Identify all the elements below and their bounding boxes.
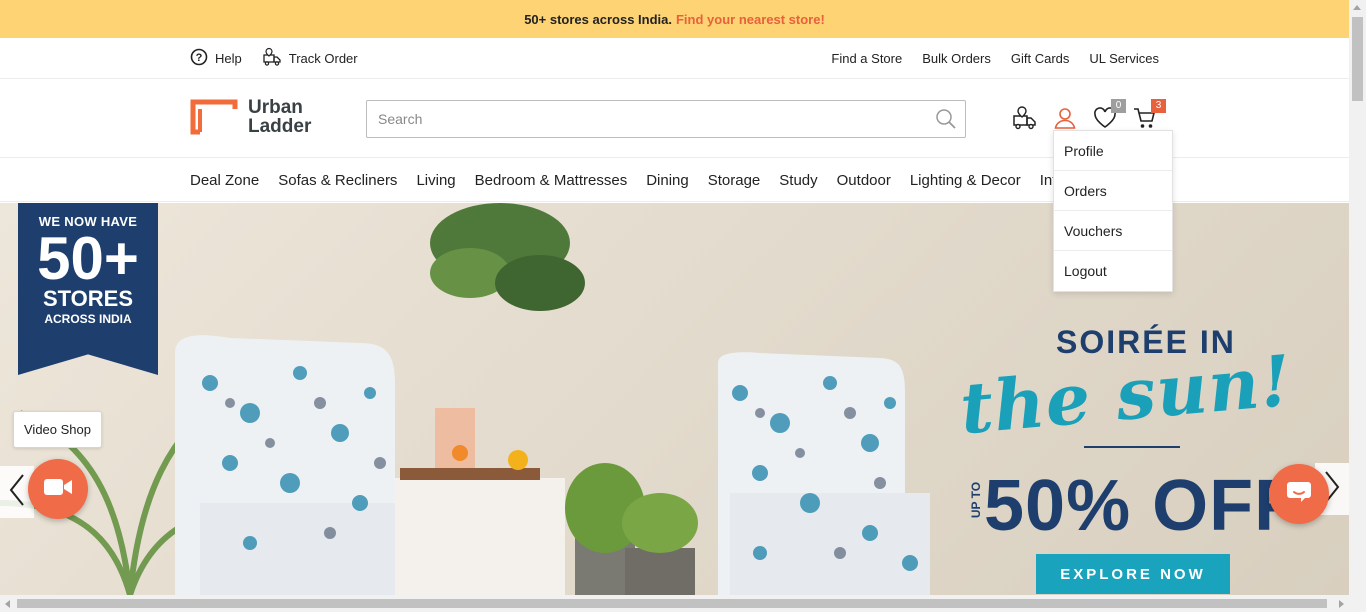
stores-ribbon: WE NOW HAVE 50+ STORES ACROSS INDIA (18, 203, 158, 375)
search-input[interactable] (367, 101, 927, 137)
nav-item-lighting-decor[interactable]: Lighting & Decor (910, 172, 1021, 189)
horizontal-scrollbar[interactable] (0, 595, 1366, 612)
find-store-link[interactable]: Find your nearest store! (676, 12, 825, 27)
track-order-link[interactable]: Track Order (262, 47, 358, 70)
truck-location-icon (262, 47, 282, 70)
store-locator-button[interactable] (1012, 105, 1038, 136)
scroll-up-arrow-icon[interactable] (1353, 5, 1361, 10)
nav-item-deal-zone[interactable]: Deal Zone (190, 172, 259, 189)
logo-text-line2: Ladder (248, 116, 312, 137)
account-dropdown: Profile Orders Vouchers Logout (1053, 130, 1173, 292)
promo-discount: 50% OFF (984, 466, 1300, 546)
page: 50+ stores across India. Find your neare… (0, 0, 1366, 612)
wishlist-count-badge: 0 (1111, 99, 1126, 113)
chevron-left-icon (9, 473, 25, 512)
truck-location-icon (1012, 105, 1038, 136)
chat-bubble-icon (1286, 480, 1312, 509)
nav-item-dining[interactable]: Dining (646, 172, 689, 189)
menu-item-vouchers[interactable]: Vouchers (1054, 211, 1172, 251)
logo-mark-icon (190, 99, 242, 139)
video-shop-label[interactable]: Video Shop (13, 411, 102, 448)
help-link[interactable]: ? Help (190, 48, 242, 69)
vertical-scroll-thumb[interactable] (1352, 17, 1363, 101)
gift-cards-link[interactable]: Gift Cards (1011, 51, 1070, 66)
chat-button[interactable] (1269, 464, 1329, 524)
nav-item-study[interactable]: Study (779, 172, 817, 189)
scroll-right-arrow-icon[interactable] (1339, 600, 1344, 608)
utility-bar: ? Help Track Order Find a Store Bulk Ord… (0, 38, 1349, 79)
track-order-label: Track Order (288, 51, 358, 66)
explore-now-button[interactable]: EXPLORE NOW (1036, 554, 1230, 594)
promo-divider (1084, 446, 1180, 448)
nav-item-outdoor[interactable]: Outdoor (837, 172, 891, 189)
svg-text:?: ? (196, 52, 203, 64)
promo-upto-label: UP TO (969, 481, 984, 519)
announcement-bar: 50+ stores across India. Find your neare… (0, 0, 1349, 38)
scroll-left-arrow-icon[interactable] (5, 600, 10, 608)
ribbon-line2: 50+ (37, 225, 139, 292)
nav-item-storage[interactable]: Storage (708, 172, 761, 189)
logo-text-line1: Urban (248, 97, 303, 118)
menu-item-profile[interactable]: Profile (1054, 131, 1172, 171)
nav-item-living[interactable]: Living (416, 172, 455, 189)
ribbon-line4: ACROSS INDIA (44, 312, 132, 326)
bulk-orders-link[interactable]: Bulk Orders (922, 51, 991, 66)
brand-logo[interactable]: Urban Ladder (190, 97, 312, 139)
nav-item-bedroom-mattresses[interactable]: Bedroom & Mattresses (475, 172, 628, 189)
vertical-scrollbar[interactable] (1349, 0, 1366, 595)
search-icon[interactable] (927, 101, 965, 137)
ul-services-link[interactable]: UL Services (1089, 51, 1159, 66)
video-camera-icon (43, 477, 73, 502)
announcement-text: 50+ stores across India. (524, 11, 672, 27)
menu-item-orders[interactable]: Orders (1054, 171, 1172, 211)
nav-item-sofas-recliners[interactable]: Sofas & Recliners (278, 172, 397, 189)
cart-count-badge: 3 (1151, 99, 1166, 113)
search-box (366, 100, 966, 138)
find-a-store-link[interactable]: Find a Store (831, 51, 902, 66)
help-icon: ? (190, 48, 208, 69)
horizontal-scroll-thumb[interactable] (17, 599, 1327, 608)
menu-item-logout[interactable]: Logout (1054, 251, 1172, 291)
help-label: Help (215, 51, 242, 66)
video-shop-button[interactable] (28, 459, 88, 519)
